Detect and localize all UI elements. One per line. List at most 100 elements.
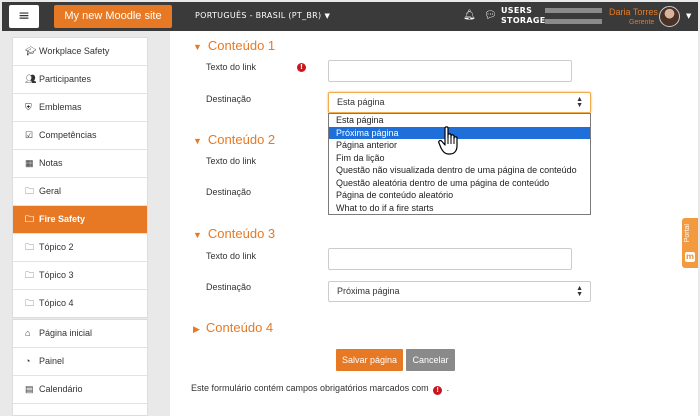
link-text-label: Texto do link xyxy=(206,251,257,261)
sidebar-item-label: Fire Safety xyxy=(39,214,86,224)
chevron-down-icon: ▼ xyxy=(193,136,202,146)
sidebar-item-label: Painel xyxy=(39,356,65,366)
hamburger-icon: ≡ xyxy=(18,8,30,24)
sidebar-item-calendario[interactable]: ▤ Calendário xyxy=(13,376,147,404)
section-title: Conteúdo 4 xyxy=(205,320,274,335)
select-arrows-icon: ▲ ▼ xyxy=(576,96,583,109)
hand-cursor-icon xyxy=(438,126,458,155)
graduation-cap-icon: 🎓︎ xyxy=(25,46,37,56)
sidebar-item-label: Tópico 2 xyxy=(39,242,74,252)
sidebar-item-label: Calendário xyxy=(39,384,83,394)
dropdown-option[interactable]: What to do if a fire starts xyxy=(329,202,590,215)
section-title: Conteúdo 1 xyxy=(207,38,276,53)
top-navbar: ≡ My new Moodle site PORTUGUÊS - BRASIL … xyxy=(2,2,698,31)
chat-icon[interactable]: 💬︎ xyxy=(484,10,497,21)
select-value: Próxima página xyxy=(337,286,400,296)
site-nav-block: ⌂ Página inicial ◔ Painel ▤ Calendário xyxy=(12,319,148,416)
user-role: Gerente xyxy=(629,19,655,26)
sidebar-item-label: Geral xyxy=(39,186,62,196)
sidebar-item-notas[interactable]: ▦ Notas xyxy=(13,150,147,178)
section-title: Conteúdo 2 xyxy=(207,132,276,147)
course-nav-block: 🎓︎ Workplace Safety 👥︎ Participantes ⛨ Embl… xyxy=(12,37,148,318)
site-name-button[interactable]: My new Moodle site xyxy=(54,5,172,28)
footnote-text: Este formulário contém campos obrigatóri… xyxy=(191,383,429,393)
language-label: PORTUGUÊS - BRASIL (PT_BR) xyxy=(195,11,322,20)
save-page-button[interactable]: Salvar página xyxy=(336,349,403,371)
folder-icon: 🗀 xyxy=(25,186,35,196)
bell-icon[interactable]: 🔔︎ xyxy=(463,10,476,21)
cancel-button[interactable]: Cancelar xyxy=(406,349,455,371)
chevron-down-icon: ▼ xyxy=(193,42,202,52)
user-name[interactable]: Daria Torres xyxy=(609,7,658,17)
sidebar-item-pagina-inicial[interactable]: ⌂ Página inicial xyxy=(13,320,147,348)
sidebar-item-topico-3[interactable]: 🗀 Tópico 3 xyxy=(13,262,147,290)
sidebar-item-label: Página inicial xyxy=(39,328,93,338)
home-icon: ⌂ xyxy=(25,328,31,338)
dropdown-option[interactable]: Esta página xyxy=(329,114,590,127)
hamburger-menu-button[interactable]: ≡ xyxy=(9,5,39,28)
chevron-down-icon[interactable]: ▼ xyxy=(686,12,691,20)
link-text-input-3[interactable] xyxy=(328,248,572,270)
folder-icon: 🗀 xyxy=(25,270,35,280)
storage-usage-label: USERS STORAGE xyxy=(501,6,546,26)
sidebar-item-competencias[interactable]: ☑ Competências xyxy=(13,122,147,150)
dropdown-option[interactable]: Questão não visualizada dentro de uma pá… xyxy=(329,164,590,177)
dropdown-option[interactable]: Questão aleatória dentro de uma página d… xyxy=(329,177,590,190)
shield-icon: ⛨ xyxy=(25,102,32,112)
folder-icon: 🗀 xyxy=(25,242,35,252)
sidebar-item-topico-4[interactable]: 🗀 Tópico 4 xyxy=(13,290,147,318)
sidebar-item-label: Emblemas xyxy=(39,102,82,112)
dashboard-icon: ◔ xyxy=(25,356,31,366)
link-text-label: Texto do link xyxy=(206,62,257,72)
link-text-label: Texto do link xyxy=(206,156,257,166)
table-icon: ▦ xyxy=(25,158,34,168)
select-value: Esta página xyxy=(337,97,385,107)
required-fields-note: Este formulário contém campos obrigatóri… xyxy=(191,383,449,395)
sidebar-item-label: Participantes xyxy=(39,74,92,84)
sidebar-item-emblemas[interactable]: ⛨ Emblemas xyxy=(13,94,147,122)
storage-text: STORAGE xyxy=(501,16,546,25)
required-icon: ! xyxy=(433,386,443,395)
storage-usage-bar xyxy=(545,19,602,24)
section-title: Conteúdo 3 xyxy=(207,226,276,241)
sidebar-item-painel[interactable]: ◔ Painel xyxy=(13,348,147,376)
moodle-window: ≡ My new Moodle site PORTUGUÊS - BRASIL … xyxy=(0,0,700,416)
sidebar-item-label: Notas xyxy=(39,158,63,168)
section-header-conteudo-4[interactable]: ▶ Conteúdo 4 xyxy=(193,320,273,335)
sidebar-item-label: Competências xyxy=(39,130,97,140)
required-icon: ! xyxy=(297,63,306,72)
destination-label: Destinação xyxy=(206,94,252,104)
sidebar-item-label: Tópico 3 xyxy=(39,270,74,280)
section-header-conteudo-3[interactable]: ▼ Conteúdo 3 xyxy=(193,226,275,241)
sidebar-item-participantes[interactable]: 👥︎ Participantes xyxy=(13,66,147,94)
destination-select-3[interactable]: Próxima página ▲ ▼ xyxy=(328,281,591,302)
sidebar-item-fire-safety[interactable]: 🗀 Fire Safety xyxy=(13,206,147,234)
users-icon: 👥︎ xyxy=(25,74,37,84)
destination-label: Destinação xyxy=(206,187,252,197)
language-menu[interactable]: PORTUGUÊS - BRASIL (PT_BR) ▼ xyxy=(195,11,330,20)
check-square-icon: ☑ xyxy=(25,130,34,140)
link-text-input-1[interactable] xyxy=(328,60,572,82)
users-text: USERS xyxy=(501,6,533,15)
folder-icon: 🗀 xyxy=(25,298,35,308)
sidebar-item-geral[interactable]: 🗀 Geral xyxy=(13,178,147,206)
footnote-end: . xyxy=(446,383,450,393)
calendar-icon: ▤ xyxy=(25,384,34,394)
chevron-down-icon: ▼ xyxy=(324,12,331,20)
destination-select-1[interactable]: Esta página ▲ ▼ xyxy=(328,92,591,113)
chevron-right-icon: ▶ xyxy=(193,324,200,334)
portal-side-tab[interactable]: Portal m xyxy=(682,218,698,268)
folder-icon: 🗀 xyxy=(25,214,35,224)
select-arrows-icon: ▲ ▼ xyxy=(576,285,583,298)
sidebar-item-label: Tópico 4 xyxy=(39,298,74,308)
portal-label: Portal xyxy=(684,224,691,243)
section-header-conteudo-1[interactable]: ▼ Conteúdo 1 xyxy=(193,38,275,53)
sidebar-item-label: Workplace Safety xyxy=(39,46,110,56)
section-header-conteudo-2[interactable]: ▼ Conteúdo 2 xyxy=(193,132,275,147)
sidebar-item-topico-2[interactable]: 🗀 Tópico 2 xyxy=(13,234,147,262)
sidebar-item-workplace-safety[interactable]: 🎓︎ Workplace Safety xyxy=(13,38,147,66)
moodle-icon: m xyxy=(685,252,695,262)
destination-label: Destinação xyxy=(206,282,252,292)
avatar[interactable] xyxy=(659,6,680,27)
dropdown-option[interactable]: Página de conteúdo aleatório xyxy=(329,189,590,202)
